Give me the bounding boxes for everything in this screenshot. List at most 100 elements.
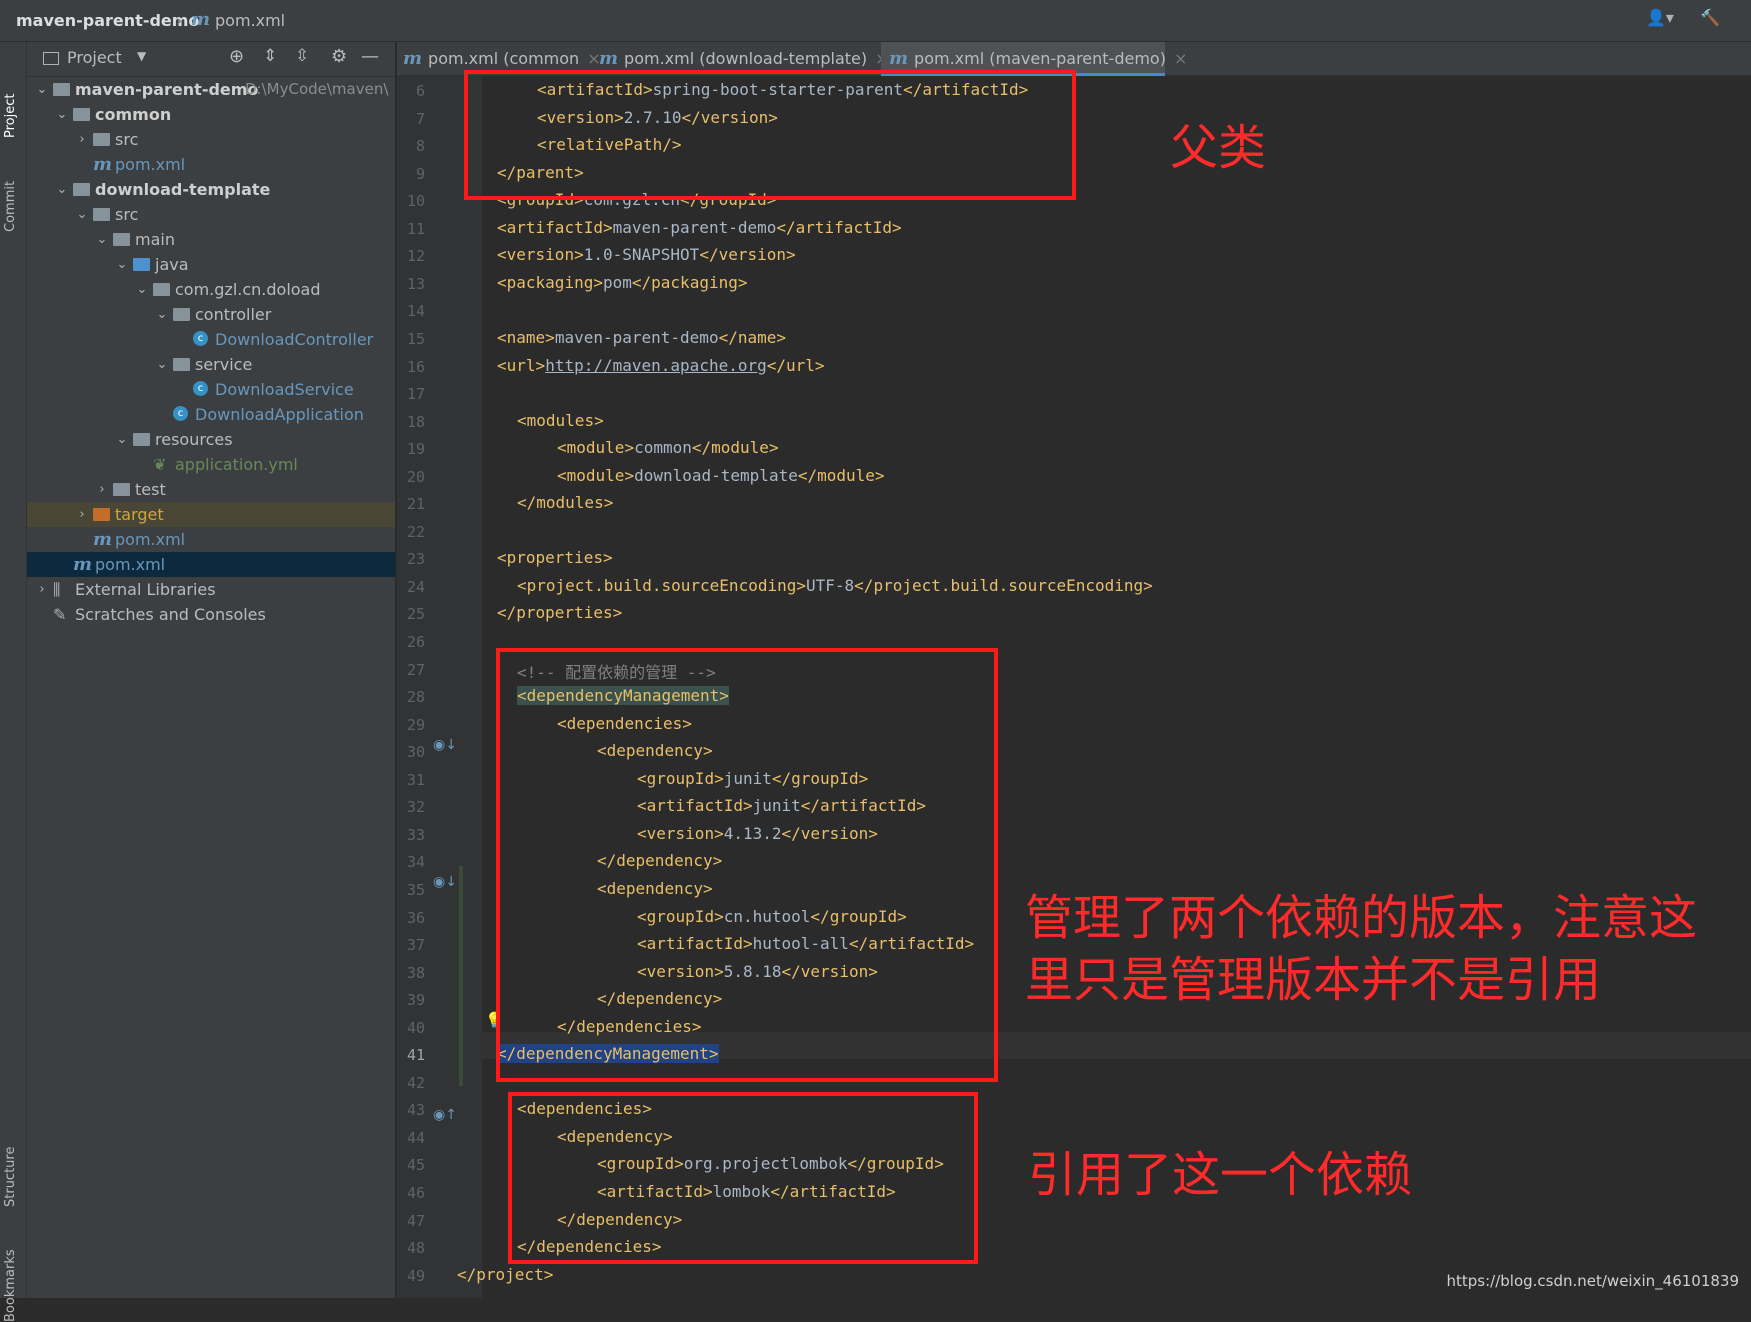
- locate-icon[interactable]: ⊕: [229, 46, 244, 67]
- user-account-icon[interactable]: 👤▾: [1646, 8, 1674, 27]
- chevron-right-icon[interactable]: ›: [95, 477, 109, 502]
- bookmarks-tool-tab[interactable]: Bookmarks: [3, 1249, 18, 1322]
- chevron-right-icon[interactable]: ›: [75, 502, 89, 527]
- code-line[interactable]: </project>: [457, 1265, 553, 1284]
- tree-item[interactable]: ✎ Scratches and Consoles: [27, 602, 395, 627]
- line-number: 46: [406, 1184, 425, 1202]
- tree-item[interactable]: ❦ application.yml: [27, 452, 395, 477]
- tree-item[interactable]: ⌄ resources: [27, 427, 395, 452]
- chevron-down-icon[interactable]: ⌄: [55, 102, 69, 127]
- close-icon[interactable]: ×: [1174, 49, 1187, 68]
- tree-item-label: src: [115, 205, 139, 224]
- tree-item-label: main: [135, 230, 175, 249]
- code-line[interactable]: <url>http://maven.apache.org</url>: [497, 356, 825, 375]
- override-gutter-icon[interactable]: ◉↓: [433, 737, 457, 753]
- tree-item[interactable]: ⌄ maven-parent-demo D:\MyCode\maven\: [27, 77, 395, 102]
- code-line[interactable]: <version>1.0-SNAPSHOT</version>: [497, 245, 796, 264]
- tree-item[interactable]: c DownloadApplication: [27, 402, 395, 427]
- tree-item-path: D:\MyCode\maven\: [245, 80, 389, 98]
- commit-tool-tab[interactable]: Commit: [3, 181, 18, 232]
- tree-item[interactable]: m pom.xml: [27, 152, 395, 177]
- tree-item[interactable]: › ⫼ External Libraries: [27, 577, 395, 602]
- line-number: 24: [406, 577, 425, 596]
- package-icon: [173, 358, 190, 371]
- code-line[interactable]: </properties>: [497, 603, 622, 622]
- tree-item[interactable]: ⌄ download-template: [27, 177, 395, 202]
- line-number: 41: [406, 1046, 425, 1065]
- line-number: 6: [415, 82, 425, 100]
- folder-icon: [133, 258, 150, 271]
- tree-item[interactable]: ⌄ main: [27, 227, 395, 252]
- chevron-down-icon[interactable]: ⌄: [115, 252, 129, 277]
- line-number: 27: [406, 660, 425, 679]
- code-line[interactable]: <name>maven-parent-demo</name>: [497, 328, 786, 347]
- collapse-all-icon[interactable]: ⇳: [295, 46, 309, 66]
- build-hammer-icon[interactable]: 🔨: [1700, 8, 1720, 27]
- tree-item[interactable]: ⌄ service: [27, 352, 395, 377]
- chevron-down-icon[interactable]: ⌄: [35, 77, 49, 102]
- code-line[interactable]: <module>download-template</module>: [557, 466, 885, 485]
- tree-item[interactable]: › target: [27, 502, 395, 527]
- line-number: 36: [406, 908, 425, 927]
- code-line[interactable]: <packaging>pom</packaging>: [497, 273, 748, 292]
- tree-item[interactable]: ⌄ com.gzl.cn.doload: [27, 277, 395, 302]
- override-gutter-icon[interactable]: ◉↓: [433, 874, 457, 890]
- gear-icon[interactable]: ⚙: [331, 46, 347, 67]
- hide-panel-icon[interactable]: —: [361, 46, 379, 67]
- chevron-right-icon[interactable]: ›: [75, 127, 89, 152]
- project-tool-tab[interactable]: Project: [3, 94, 18, 138]
- tree-item[interactable]: › test: [27, 477, 395, 502]
- maven-file-icon: m: [93, 154, 113, 175]
- module-folder-icon: [73, 108, 90, 121]
- project-view-selector[interactable]: Project: [67, 48, 122, 67]
- expand-all-icon[interactable]: ⇕: [263, 46, 277, 66]
- line-number: 25: [406, 605, 425, 624]
- line-number: 48: [406, 1239, 425, 1258]
- line-number: 40: [406, 1018, 425, 1037]
- folder-icon: [133, 433, 150, 446]
- code-line[interactable]: <module>common</module>: [557, 438, 779, 457]
- watermark: https://blog.csdn.net/weixin_46101839: [1446, 1272, 1739, 1290]
- chevron-right-icon[interactable]: ›: [35, 577, 49, 602]
- tree-item[interactable]: ⌄ src: [27, 202, 395, 227]
- tree-item[interactable]: m pom.xml: [27, 552, 395, 577]
- tree-item-label: maven-parent-demo: [75, 80, 259, 99]
- chevron-down-icon[interactable]: ⌄: [155, 302, 169, 327]
- maven-file-icon: m: [73, 554, 93, 575]
- left-tool-strip: Project Commit Structure Bookmarks: [0, 42, 27, 1322]
- parent-highlight-box: [464, 70, 1076, 200]
- tree-item[interactable]: ⌄ common: [27, 102, 395, 127]
- line-number: 21: [406, 495, 425, 514]
- implemented-gutter-icon[interactable]: ◉↑: [433, 1107, 457, 1123]
- tree-item[interactable]: ⌄ controller: [27, 302, 395, 327]
- line-number: 30: [406, 743, 425, 762]
- breadcrumb-project[interactable]: maven-parent-demo: [16, 11, 199, 30]
- tree-item[interactable]: › src: [27, 127, 395, 152]
- structure-tool-tab[interactable]: Structure: [3, 1147, 18, 1207]
- chevron-down-icon[interactable]: ⌄: [55, 177, 69, 202]
- chevron-down-icon[interactable]: ▼: [137, 49, 146, 63]
- project-panel: Project ▼ ⊕ ⇕ ⇳ ⚙ — ⌄ maven-parent-demo D:…: [27, 42, 396, 1298]
- line-number: 8: [415, 137, 425, 156]
- code-line[interactable]: <modules>: [517, 411, 604, 430]
- tree-item[interactable]: c DownloadController: [27, 327, 395, 352]
- code-line[interactable]: <artifactId>maven-parent-demo</artifactI…: [497, 218, 902, 237]
- chevron-down-icon[interactable]: ⌄: [115, 427, 129, 452]
- line-number: 29: [406, 715, 425, 734]
- tree-item[interactable]: ⌄ java: [27, 252, 395, 277]
- parent-note: 父类: [1170, 120, 1267, 176]
- tree-item[interactable]: c DownloadService: [27, 377, 395, 402]
- chevron-down-icon[interactable]: ⌄: [75, 202, 89, 227]
- line-number: 16: [406, 357, 425, 376]
- tree-item-label: pom.xml: [95, 555, 166, 574]
- code-line[interactable]: </modules>: [517, 493, 613, 512]
- chevron-down-icon[interactable]: ⌄: [95, 227, 109, 252]
- code-line[interactable]: <project.build.sourceEncoding>UTF-8</pro…: [517, 576, 1153, 595]
- line-number: 42: [406, 1073, 425, 1092]
- code-line[interactable]: <properties>: [497, 548, 613, 567]
- chevron-down-icon[interactable]: ⌄: [135, 277, 149, 302]
- package-icon: [153, 283, 170, 296]
- chevron-down-icon[interactable]: ⌄: [155, 352, 169, 377]
- breadcrumb-file[interactable]: pom.xml: [215, 11, 285, 30]
- tree-item[interactable]: m pom.xml: [27, 527, 395, 552]
